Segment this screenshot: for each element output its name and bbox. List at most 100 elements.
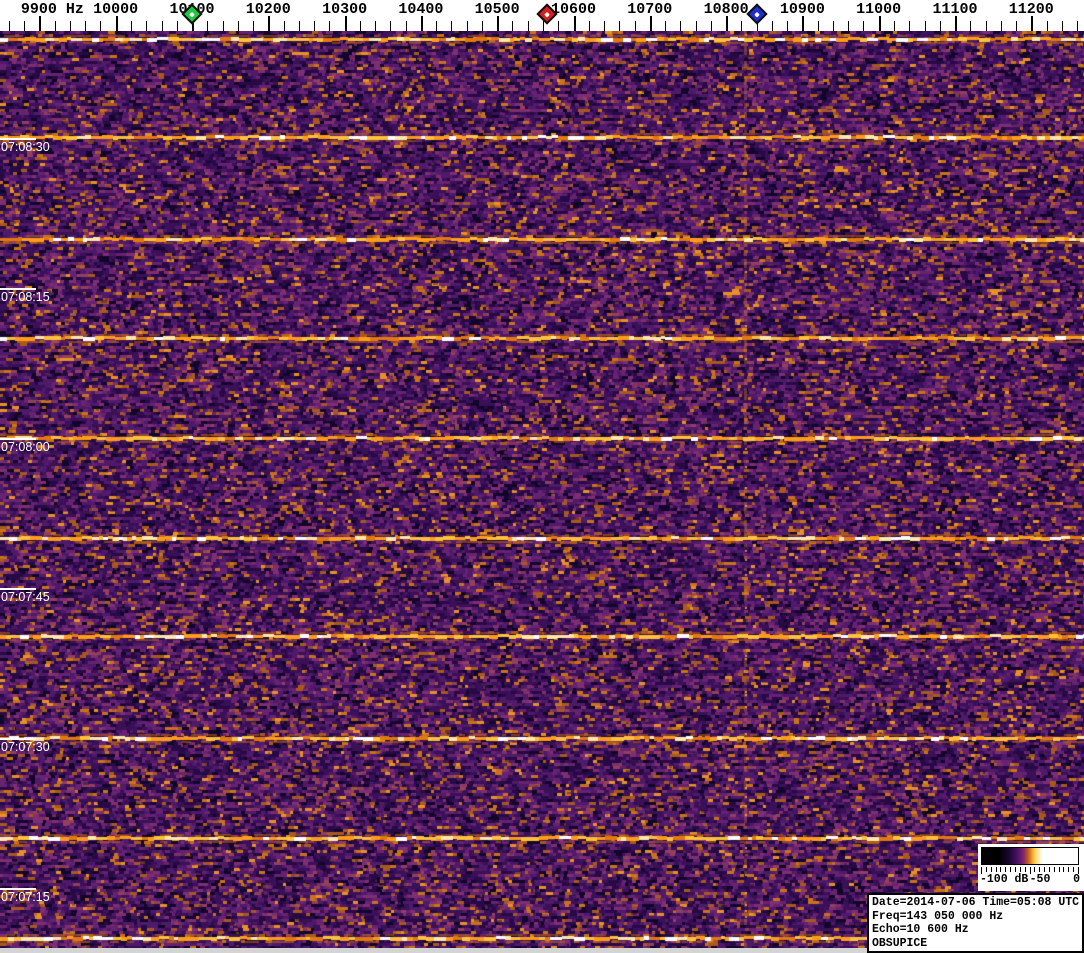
- info-line-date: Date=2014-07-06 Time=05:08 UTC: [872, 896, 1080, 909]
- info-line-freq: Freq=143 050 000 Hz: [872, 909, 1004, 923]
- time-label: 07:07:30: [1, 740, 50, 754]
- time-label: 07:08:00: [1, 440, 50, 454]
- ruler-minor-tick: [24, 21, 26, 31]
- colorbar-gradient: [981, 847, 1079, 865]
- ruler-minor-tick: [970, 21, 972, 31]
- frequency-ruler[interactable]: 9900 Hz100001010010200103001040010500106…: [0, 0, 1084, 31]
- frequency-label: 10000: [93, 1, 139, 18]
- ruler-minor-tick: [939, 21, 941, 31]
- time-label: 07:08:15: [1, 290, 50, 304]
- ruler-minor-tick: [176, 21, 178, 31]
- frequency-label: 10300: [322, 1, 368, 18]
- colorbar-tick: [1058, 867, 1060, 872]
- ruler-major-tick: [420, 16, 423, 31]
- colorbar-tick: [1073, 867, 1075, 872]
- frequency-label: 11000: [856, 1, 902, 18]
- info-box: Date=2014-07-06 Time=05:08 UTC Freq=143 …: [867, 893, 1084, 953]
- colorbar-tick: [1010, 867, 1012, 872]
- ruler-minor-tick: [848, 21, 850, 31]
- colorbar-tick: [985, 867, 987, 872]
- colorbar-tick: [1005, 867, 1007, 872]
- ruler-minor-tick: [436, 21, 438, 31]
- ruler-minor-tick: [1016, 21, 1017, 31]
- ruler-minor-tick: [1061, 21, 1063, 31]
- colorbar-tick: [995, 867, 997, 872]
- time-label: 07:07:15: [1, 890, 50, 904]
- marker-blue-diamond[interactable]: [745, 3, 768, 25]
- frequency-label: 10200: [245, 1, 291, 18]
- info-line-station: OBSUPICE: [872, 936, 928, 950]
- colorbar-tick: [1044, 867, 1045, 872]
- ruler-major-tick: [115, 16, 118, 31]
- frequency-label: 10600: [550, 1, 597, 18]
- ruler-minor-tick: [680, 21, 682, 31]
- ruler-minor-tick: [69, 21, 71, 31]
- ruler-minor-tick: [390, 21, 392, 31]
- ruler-minor-tick: [512, 21, 514, 31]
- ruler-minor-tick: [54, 21, 56, 31]
- ruler-minor-tick: [710, 21, 712, 31]
- frequency-label: 10500: [474, 1, 520, 18]
- ruler-minor-tick: [817, 21, 819, 31]
- ruler-major-tick: [649, 16, 652, 31]
- ruler-minor-tick: [863, 21, 865, 31]
- frequency-label: 10700: [627, 1, 673, 18]
- ruler-minor-tick: [466, 21, 468, 31]
- frequency-label: 9900 Hz: [20, 1, 84, 18]
- time-label: 07:08:30: [1, 140, 50, 154]
- ruler-minor-tick: [543, 21, 544, 31]
- colorbar-tick: [1063, 867, 1065, 872]
- marker-center-dot: [753, 11, 760, 17]
- colorbar-label-min: -100 dB: [980, 873, 1029, 886]
- ruler-minor-tick: [619, 21, 621, 31]
- frequency-label: 11200: [1008, 1, 1054, 18]
- ruler-minor-tick: [253, 21, 254, 31]
- ruler-minor-tick: [237, 21, 239, 31]
- ruler-minor-tick: [314, 21, 316, 31]
- ruler-minor-tick: [222, 21, 224, 31]
- colorbar-label-mid: -50: [1029, 873, 1051, 886]
- marker-center-dot: [543, 11, 550, 17]
- ruler-minor-tick: [451, 21, 453, 31]
- ruler-minor-tick: [161, 21, 163, 31]
- info-line-echo: Echo=10 600 Hz: [872, 923, 969, 936]
- colorbar-tick: [1000, 867, 1002, 872]
- ruler-minor-tick: [100, 21, 102, 31]
- ruler-minor-tick: [665, 21, 666, 31]
- ruler-minor-tick: [741, 21, 743, 31]
- frequency-label: 10400: [398, 1, 444, 18]
- ruler-minor-tick: [1046, 21, 1048, 31]
- colorbar-tick: [1039, 867, 1041, 872]
- ruler-minor-tick: [1000, 21, 1002, 31]
- waterfall-display[interactable]: [0, 31, 1084, 948]
- colorbar-tick: [1024, 867, 1026, 872]
- ruler-minor-tick: [130, 21, 132, 31]
- ruler-minor-tick: [329, 21, 331, 31]
- frequency-label: 10900: [779, 1, 825, 18]
- ruler-minor-tick: [283, 21, 285, 31]
- ruler-major-tick: [573, 16, 576, 31]
- ruler-minor-tick: [558, 21, 560, 31]
- time-label: 07:07:45: [1, 590, 50, 604]
- ruler-major-tick: [344, 16, 347, 31]
- ruler-major-tick: [268, 16, 271, 31]
- ruler-major-tick: [878, 16, 881, 31]
- ruler-minor-tick: [1077, 21, 1079, 31]
- ruler-minor-tick: [588, 21, 590, 31]
- colorbar-tick: [1034, 867, 1036, 872]
- colorbar-tick: [1048, 867, 1050, 872]
- ruler-minor-tick: [527, 21, 529, 31]
- ruler-minor-tick: [985, 21, 987, 31]
- frequency-label: 10800: [703, 1, 749, 18]
- ruler-minor-tick: [481, 21, 483, 31]
- ruler-minor-tick: [909, 21, 911, 31]
- colorbar-tick: [1068, 867, 1070, 872]
- ruler-minor-tick: [146, 21, 148, 31]
- colorbar-panel: -100 dB -50 0: [978, 844, 1084, 891]
- ruler-major-tick: [802, 16, 805, 31]
- ruler-major-tick: [726, 16, 729, 31]
- ruler-major-tick: [39, 16, 42, 31]
- ruler-minor-tick: [405, 21, 407, 31]
- ruler-minor-tick: [298, 21, 300, 31]
- ruler-minor-tick: [771, 21, 773, 31]
